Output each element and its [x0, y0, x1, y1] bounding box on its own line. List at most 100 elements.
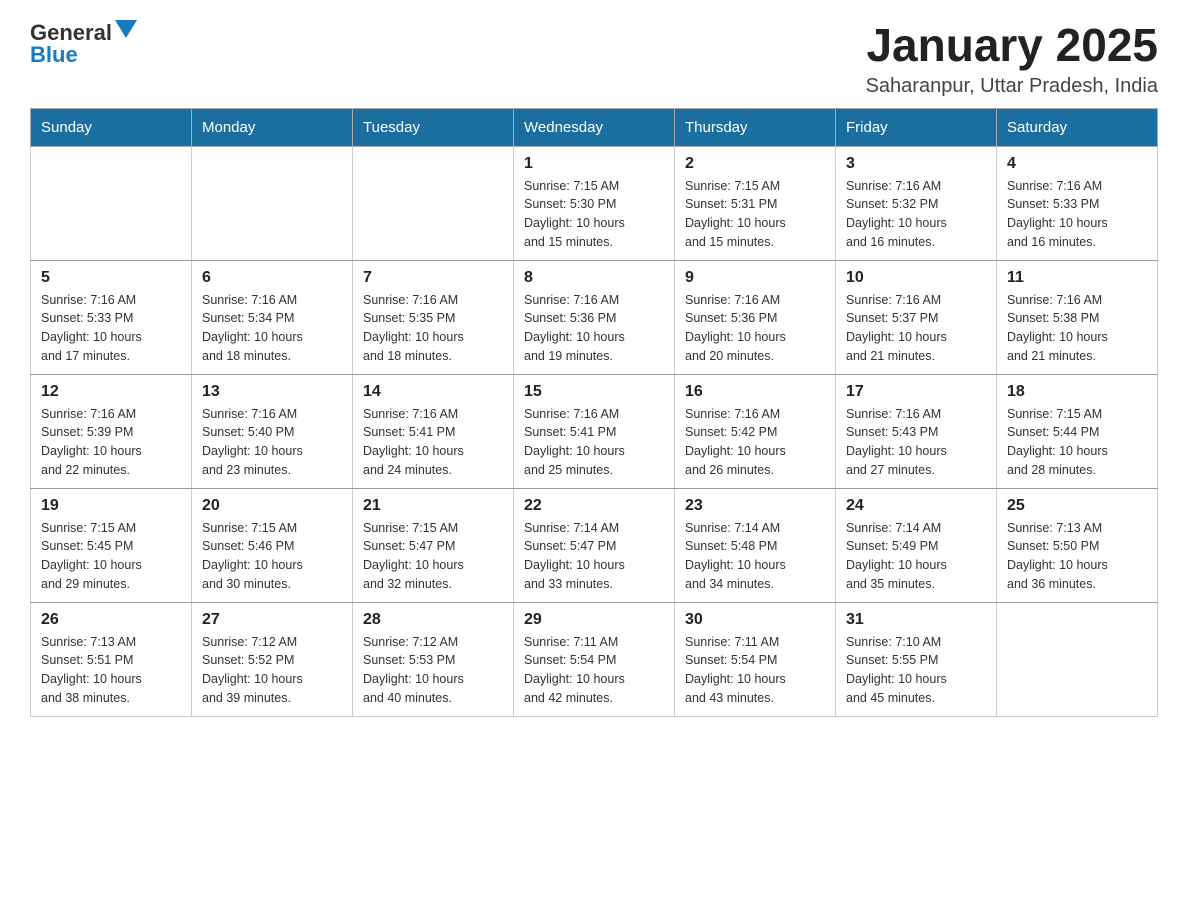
day-info: Sunrise: 7:12 AM Sunset: 5:52 PM Dayligh…	[202, 633, 342, 708]
day-number: 12	[41, 383, 181, 401]
calendar-cell: 9 Sunrise: 7:16 AM Sunset: 5:36 PM Daylig…	[675, 260, 836, 374]
calendar-cell: 25Sunrise: 7:13 AM Sunset: 5:50 PM Dayli…	[997, 488, 1158, 602]
day-number: 17	[846, 383, 986, 401]
calendar-cell: 21 Sunrise: 7:15 AM Sunset: 5:47 PM Dayli…	[353, 488, 514, 602]
calendar-col-friday: Friday	[836, 108, 997, 146]
calendar-col-sunday: Sunday	[31, 108, 192, 146]
calendar-cell: 26 Sunrise: 7:13 AM Sunset: 5:51 PM Dayli…	[31, 602, 192, 716]
day-info: Sunrise: 7:14 AM Sunset: 5:47 PM Dayligh…	[524, 519, 664, 594]
day-number: 9	[685, 269, 825, 287]
day-number: 16	[685, 383, 825, 401]
day-info: Sunrise: 7:15 AM Sunset: 5:45 PM Dayligh…	[41, 519, 181, 594]
calendar-cell: 13Sunrise: 7:16 AM Sunset: 5:40 PM Dayli…	[192, 374, 353, 488]
day-number: 3	[846, 155, 986, 173]
day-number: 20	[202, 497, 342, 515]
day-number: 31	[846, 611, 986, 629]
day-info: Sunrise: 7:16 AM Sunset: 5:36 PM Dayligh…	[524, 291, 664, 366]
calendar-cell: 30 Sunrise: 7:11 AM Sunset: 5:54 PM Dayli…	[675, 602, 836, 716]
calendar-cell: 18Sunrise: 7:15 AM Sunset: 5:44 PM Dayli…	[997, 374, 1158, 488]
calendar-cell: 5 Sunrise: 7:16 AM Sunset: 5:33 PM Daylig…	[31, 260, 192, 374]
calendar-table: SundayMondayTuesdayWednesdayThursdayFrid…	[30, 108, 1158, 717]
logo: General Blue	[30, 20, 137, 68]
calendar-cell: 8 Sunrise: 7:16 AM Sunset: 5:36 PM Daylig…	[514, 260, 675, 374]
title-block: January 2025 Saharanpur, Uttar Pradesh, …	[866, 20, 1158, 98]
calendar-cell: 11 Sunrise: 7:16 AM Sunset: 5:38 PM Dayli…	[997, 260, 1158, 374]
day-info: Sunrise: 7:11 AM Sunset: 5:54 PM Dayligh…	[524, 633, 664, 708]
day-info: Sunrise: 7:16 AM Sunset: 5:38 PM Dayligh…	[1007, 291, 1147, 366]
day-info: Sunrise: 7:13 AM Sunset: 5:51 PM Dayligh…	[41, 633, 181, 708]
calendar-col-thursday: Thursday	[675, 108, 836, 146]
day-number: 15	[524, 383, 664, 401]
calendar-cell: 27 Sunrise: 7:12 AM Sunset: 5:52 PM Dayli…	[192, 602, 353, 716]
calendar-cell	[353, 146, 514, 260]
calendar-week-row: 26 Sunrise: 7:13 AM Sunset: 5:51 PM Dayli…	[31, 602, 1158, 716]
day-number: 14	[363, 383, 503, 401]
calendar-cell: 15 Sunrise: 7:16 AM Sunset: 5:41 PM Dayli…	[514, 374, 675, 488]
logo-blue-text: Blue	[30, 42, 78, 68]
day-info: Sunrise: 7:12 AM Sunset: 5:53 PM Dayligh…	[363, 633, 503, 708]
calendar-cell: 22Sunrise: 7:14 AM Sunset: 5:47 PM Dayli…	[514, 488, 675, 602]
day-info: Sunrise: 7:16 AM Sunset: 5:41 PM Dayligh…	[363, 405, 503, 480]
day-number: 18	[1007, 383, 1147, 401]
day-info: Sunrise: 7:16 AM Sunset: 5:36 PM Dayligh…	[685, 291, 825, 366]
day-info: Sunrise: 7:16 AM Sunset: 5:42 PM Dayligh…	[685, 405, 825, 480]
day-number: 4	[1007, 155, 1147, 173]
calendar-cell: 23 Sunrise: 7:14 AM Sunset: 5:48 PM Dayli…	[675, 488, 836, 602]
day-number: 27	[202, 611, 342, 629]
calendar-cell: 17 Sunrise: 7:16 AM Sunset: 5:43 PM Dayli…	[836, 374, 997, 488]
calendar-col-monday: Monday	[192, 108, 353, 146]
day-info: Sunrise: 7:16 AM Sunset: 5:39 PM Dayligh…	[41, 405, 181, 480]
day-number: 24	[846, 497, 986, 515]
day-number: 6	[202, 269, 342, 287]
day-number: 8	[524, 269, 664, 287]
day-info: Sunrise: 7:16 AM Sunset: 5:32 PM Dayligh…	[846, 177, 986, 252]
day-info: Sunrise: 7:16 AM Sunset: 5:41 PM Dayligh…	[524, 405, 664, 480]
day-number: 10	[846, 269, 986, 287]
calendar-cell	[192, 146, 353, 260]
day-number: 5	[41, 269, 181, 287]
day-number: 7	[363, 269, 503, 287]
day-number: 30	[685, 611, 825, 629]
calendar-col-wednesday: Wednesday	[514, 108, 675, 146]
calendar-cell: 10 Sunrise: 7:16 AM Sunset: 5:37 PM Dayli…	[836, 260, 997, 374]
day-info: Sunrise: 7:15 AM Sunset: 5:31 PM Dayligh…	[685, 177, 825, 252]
day-info: Sunrise: 7:10 AM Sunset: 5:55 PM Dayligh…	[846, 633, 986, 708]
day-number: 26	[41, 611, 181, 629]
day-info: Sunrise: 7:14 AM Sunset: 5:49 PM Dayligh…	[846, 519, 986, 594]
calendar-cell: 28Sunrise: 7:12 AM Sunset: 5:53 PM Dayli…	[353, 602, 514, 716]
calendar-cell: 31 Sunrise: 7:10 AM Sunset: 5:55 PM Dayli…	[836, 602, 997, 716]
day-info: Sunrise: 7:15 AM Sunset: 5:30 PM Dayligh…	[524, 177, 664, 252]
calendar-cell: 16 Sunrise: 7:16 AM Sunset: 5:42 PM Dayli…	[675, 374, 836, 488]
calendar-cell: 4 Sunrise: 7:16 AM Sunset: 5:33 PM Daylig…	[997, 146, 1158, 260]
day-info: Sunrise: 7:15 AM Sunset: 5:47 PM Dayligh…	[363, 519, 503, 594]
calendar-cell	[31, 146, 192, 260]
page-header: General Blue January 2025 Saharanpur, Ut…	[30, 20, 1158, 98]
day-info: Sunrise: 7:14 AM Sunset: 5:48 PM Dayligh…	[685, 519, 825, 594]
day-info: Sunrise: 7:16 AM Sunset: 5:33 PM Dayligh…	[41, 291, 181, 366]
calendar-week-row: 19 Sunrise: 7:15 AM Sunset: 5:45 PM Dayli…	[31, 488, 1158, 602]
day-number: 11	[1007, 269, 1147, 287]
day-info: Sunrise: 7:11 AM Sunset: 5:54 PM Dayligh…	[685, 633, 825, 708]
day-info: Sunrise: 7:15 AM Sunset: 5:46 PM Dayligh…	[202, 519, 342, 594]
day-number: 19	[41, 497, 181, 515]
month-title: January 2025	[866, 20, 1158, 71]
calendar-week-row: 5 Sunrise: 7:16 AM Sunset: 5:33 PM Daylig…	[31, 260, 1158, 374]
day-number: 29	[524, 611, 664, 629]
calendar-cell: 24 Sunrise: 7:14 AM Sunset: 5:49 PM Dayli…	[836, 488, 997, 602]
calendar-col-tuesday: Tuesday	[353, 108, 514, 146]
calendar-header-row: SundayMondayTuesdayWednesdayThursdayFrid…	[31, 108, 1158, 146]
day-info: Sunrise: 7:16 AM Sunset: 5:40 PM Dayligh…	[202, 405, 342, 480]
day-info: Sunrise: 7:16 AM Sunset: 5:37 PM Dayligh…	[846, 291, 986, 366]
day-number: 23	[685, 497, 825, 515]
calendar-cell: 12 Sunrise: 7:16 AM Sunset: 5:39 PM Dayli…	[31, 374, 192, 488]
calendar-cell: 6 Sunrise: 7:16 AM Sunset: 5:34 PM Daylig…	[192, 260, 353, 374]
day-info: Sunrise: 7:16 AM Sunset: 5:34 PM Dayligh…	[202, 291, 342, 366]
day-info: Sunrise: 7:16 AM Sunset: 5:33 PM Dayligh…	[1007, 177, 1147, 252]
day-info: Sunrise: 7:16 AM Sunset: 5:43 PM Dayligh…	[846, 405, 986, 480]
logo-triangle-icon	[115, 20, 137, 38]
calendar-cell: 3 Sunrise: 7:16 AM Sunset: 5:32 PM Daylig…	[836, 146, 997, 260]
day-number: 21	[363, 497, 503, 515]
calendar-col-saturday: Saturday	[997, 108, 1158, 146]
location-title: Saharanpur, Uttar Pradesh, India	[866, 75, 1158, 98]
day-number: 1	[524, 155, 664, 173]
